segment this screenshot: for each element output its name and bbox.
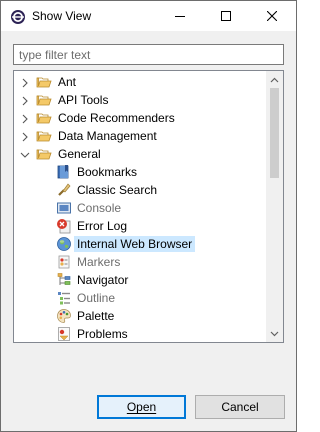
minimize-button[interactable] [157,1,203,31]
tree-item-label: Error Log [77,219,128,233]
window-title: Show View [32,9,92,23]
vertical-scrollbar[interactable] [266,71,283,342]
tree-item-internal-web-browser[interactable]: Internal Web Browser [14,235,266,253]
eclipse-view-icon [10,9,26,25]
problems-icon [56,326,72,342]
tree-item-classic-search[interactable]: Classic Search [14,181,266,199]
tree-item-label: Problems [77,327,128,341]
tree-item-label: Bookmarks [77,165,138,179]
show-view-dialog: Show View Ant [0,0,297,432]
tree-item-error-log[interactable]: Error Log [14,217,266,235]
close-button[interactable] [249,1,295,31]
tree-item-label: Internal Web Browser [74,236,196,252]
scroll-thumb[interactable] [270,88,279,178]
maximize-button[interactable] [203,1,249,31]
tree-category-ant[interactable]: Ant [14,73,266,91]
tree-item-label: Navigator [77,273,129,287]
tree-item-navigator[interactable]: Navigator [14,271,266,289]
navigator-icon [56,272,72,288]
tree-category-label: Data Management [58,129,157,143]
chevron-up-icon [270,77,279,82]
dialog-content: Ant API Tools Code Recommenders [1,31,296,431]
folder-open-icon [36,146,52,162]
tree-category-code-recommenders[interactable]: Code Recommenders [14,109,266,127]
tree-item-outline[interactable]: Outline [14,289,266,307]
cancel-button-label: Cancel [221,400,259,414]
bookmarks-icon [56,164,72,180]
tree-category-label: API Tools [58,93,109,107]
chevron-down-icon[interactable] [20,149,30,159]
tree-category-data-management[interactable]: Data Management [14,127,266,145]
folder-icon [36,74,52,90]
tree-item-label: Console [77,201,122,215]
cancel-button[interactable]: Cancel [195,395,285,419]
error-log-icon [56,218,72,234]
tree-item-console[interactable]: Console [14,199,266,217]
folder-icon [36,92,52,108]
tree-category-general[interactable]: General [14,145,266,163]
tree-category-label: Code Recommenders [58,111,175,125]
tree-category-api-tools[interactable]: API Tools [14,91,266,109]
scroll-up-button[interactable] [266,71,283,88]
tree-item-label: Palette [77,309,115,323]
scroll-down-button[interactable] [266,325,283,342]
open-button-label: Open [126,400,157,414]
chevron-down-icon [270,331,279,336]
console-icon [56,200,72,216]
title-bar: Show View [1,1,296,31]
chevron-right-icon[interactable] [20,131,30,142]
filter-input[interactable] [13,44,284,65]
tree-item-bookmarks[interactable]: Bookmarks [14,163,266,181]
tree-item-problems[interactable]: Problems [14,325,266,342]
markers-icon [56,254,72,270]
tree-item-markers[interactable]: Markers [14,253,266,271]
tree-category-label: Ant [58,75,77,89]
palette-icon [56,308,72,324]
tree-item-label: Classic Search [77,183,158,197]
classic-search-icon [56,182,72,198]
view-tree[interactable]: Ant API Tools Code Recommenders Data Man… [13,70,284,343]
folder-icon [36,110,52,126]
chevron-right-icon[interactable] [20,95,30,106]
open-button[interactable]: Open [97,395,186,419]
chevron-right-icon[interactable] [20,113,30,124]
tree-item-label: Outline [77,291,116,305]
tree-category-label: General [58,147,101,161]
folder-icon [36,128,52,144]
tree-item-palette[interactable]: Palette [14,307,266,325]
tree-item-label: Markers [77,255,121,269]
outline-icon [56,290,72,306]
close-icon [267,11,277,21]
chevron-right-icon[interactable] [20,77,30,88]
globe-icon [56,236,72,252]
